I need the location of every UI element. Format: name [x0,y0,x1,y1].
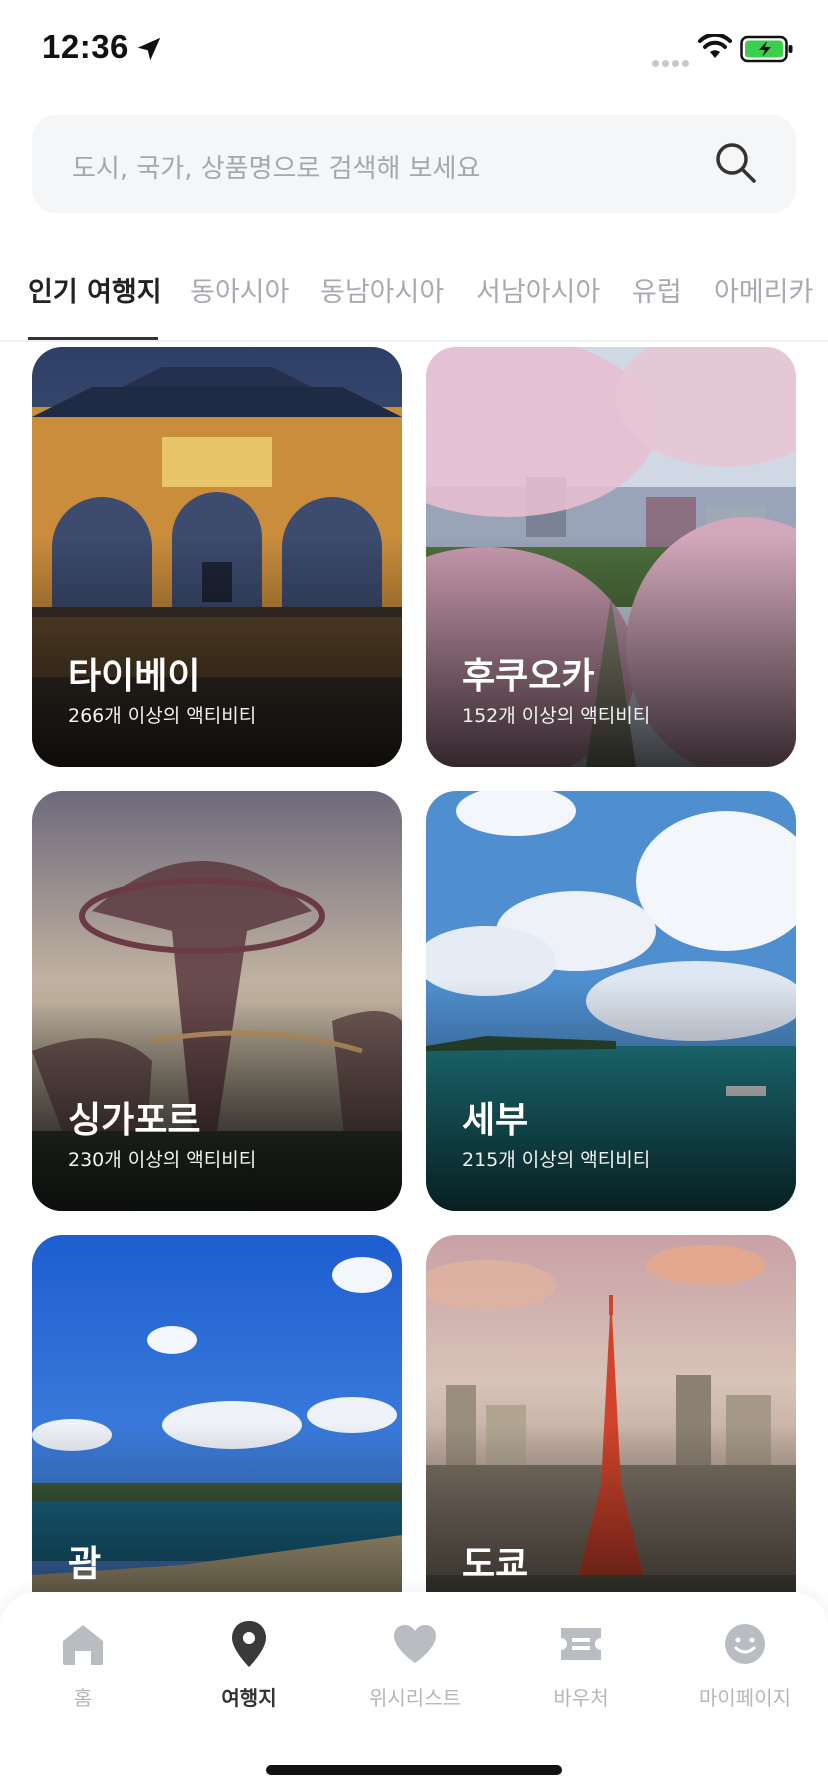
destination-grid: 타이베이 266개 이상의 액티비티 후쿠오카 152개 이상의 액티비티 싱가… [0,347,828,1592]
ticket-icon [561,1628,601,1660]
battery-charging-icon [740,35,793,63]
map-pin-icon [232,1621,266,1667]
destination-name: 후쿠오카 [462,656,595,697]
location-arrow-icon [137,37,161,61]
nav-destinations[interactable]: 여행지 [166,1616,332,1711]
tab-americas[interactable]: 아메리카 [714,270,813,309]
bottom-navigation: 홈 여행지 위시리스트 바우처 마이페이지 [0,1592,828,1792]
home-indicator[interactable] [266,1765,562,1775]
nav-wishlist-label: 위시리스트 [369,1686,461,1710]
destination-name: 타이베이 [68,656,201,697]
activity-count: 215개 이상의 액티비티 [462,1149,651,1171]
nav-home[interactable]: 홈 [0,1616,166,1711]
destination-card-fukuoka[interactable]: 후쿠오카 152개 이상의 액티비티 [426,347,796,767]
destination-card-singapore[interactable]: 싱가포르 230개 이상의 액티비티 [32,791,402,1211]
category-tabs: 인기 여행지 동아시아 동남아시아 서남아시아 유럽 아메리카 [0,262,828,342]
destination-card-cebu[interactable]: 세부 215개 이상의 액티비티 [426,791,796,1211]
destination-card-taipei[interactable]: 타이베이 266개 이상의 액티비티 [32,347,402,767]
tab-europe[interactable]: 유럽 [632,270,682,309]
heart-icon [394,1625,436,1663]
search-icon[interactable] [712,139,760,187]
nav-destinations-label: 여행지 [221,1686,277,1710]
nav-mypage[interactable]: 마이페이지 [662,1616,828,1711]
destination-name: 싱가포르 [68,1100,201,1141]
nav-voucher[interactable]: 바우처 [498,1616,664,1711]
active-tab-indicator [28,337,158,340]
destination-name: 도쿄 [462,1544,529,1585]
wifi-icon [698,34,732,58]
nav-voucher-label: 바우처 [553,1686,609,1710]
status-bar: 12:36 [0,0,828,100]
nav-wishlist[interactable]: 위시리스트 [332,1616,498,1711]
activity-count: 266개 이상의 액티비티 [68,705,257,727]
nav-home-label: 홈 [73,1686,93,1710]
destination-name: 세부 [462,1100,529,1141]
destination-card-tokyo[interactable]: 도쿄 [426,1235,796,1592]
search-placeholder: 도시, 국가, 상품명으로 검색해 보세요 [72,154,481,184]
smiley-icon [725,1624,765,1664]
status-time: 12:36 [42,28,129,65]
tab-southeast-asia[interactable]: 동남아시아 [320,270,444,309]
destination-name: 괌 [68,1544,102,1585]
tab-popular[interactable]: 인기 여행지 [28,270,162,309]
home-icon [63,1625,103,1665]
destination-card-guam[interactable]: 괌 [32,1235,402,1592]
tab-southwest-asia[interactable]: 서남아시아 [476,270,600,309]
search-bar[interactable]: 도시, 국가, 상품명으로 검색해 보세요 [32,115,796,213]
signal-dots-icon [652,52,692,71]
tab-east-asia[interactable]: 동아시아 [190,270,289,309]
activity-count: 230개 이상의 액티비티 [68,1149,257,1171]
activity-count: 152개 이상의 액티비티 [462,705,651,727]
nav-mypage-label: 마이페이지 [699,1686,791,1710]
